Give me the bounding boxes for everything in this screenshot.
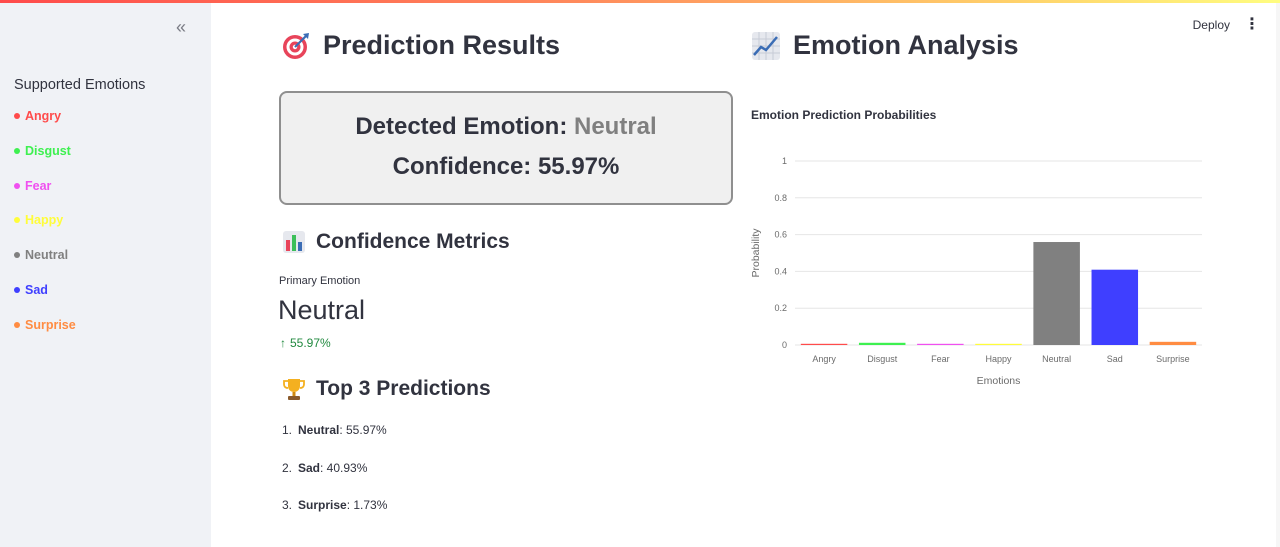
arrow-up-icon: ↑ xyxy=(280,336,286,350)
emotion-label: Disgust xyxy=(25,143,71,158)
prediction-name: Neutral xyxy=(298,423,340,437)
bar-fear xyxy=(917,343,964,345)
emotion-item-neutral: Neutral xyxy=(14,248,76,283)
top-predictions-list: 1. Neutral: 55.97% 2. Sad: 40.93% 3. Surprise… xyxy=(282,423,387,536)
metric-delta-value: 55.97% xyxy=(290,336,331,350)
x-tick-label: Disgust xyxy=(867,354,898,364)
bar-sad xyxy=(1091,269,1139,345)
collapse-sidebar-icon[interactable]: « xyxy=(171,17,191,37)
emotion-analysis-heading: Emotion Analysis xyxy=(751,30,1019,61)
y-tick-label: 0.6 xyxy=(774,230,787,240)
emotion-item-happy: Happy xyxy=(14,213,76,248)
trophy-icon xyxy=(283,379,305,400)
emotion-label: Angry xyxy=(25,109,62,123)
y-tick-label: 0.4 xyxy=(774,266,787,276)
emotion-label: Fear xyxy=(25,178,52,193)
prediction-name: Surprise xyxy=(298,498,347,512)
bullet-dot-icon xyxy=(14,113,20,119)
confidence-metrics-heading: Confidence Metrics xyxy=(282,230,510,254)
chart-title: Emotion Prediction Probabilities xyxy=(751,108,937,122)
bar-happy xyxy=(975,343,1022,345)
x-tick-label: Sad xyxy=(1107,354,1123,364)
trend-chart-icon xyxy=(752,31,780,60)
deploy-button[interactable]: Deploy xyxy=(1193,18,1230,32)
top-prediction-item: 2. Sad: 40.93% xyxy=(282,461,387,499)
sidebar-title: Supported Emotions xyxy=(14,77,146,93)
prediction-value: : 1.73% xyxy=(346,498,388,512)
emotion-probability-chart: 0 0.2 0.4 0.6 0.8 1 Angry Disgust Fear Happy Neutr… xyxy=(750,156,1202,387)
y-tick-label: 1 xyxy=(782,156,787,166)
metric-value: Neutral xyxy=(278,295,366,325)
x-tick-label: Happy xyxy=(985,354,1012,364)
metric-delta: ↑ 55.97% xyxy=(280,336,331,350)
bar-disgust xyxy=(858,342,906,345)
prediction-value: : 40.93% xyxy=(320,460,368,475)
emotion-item-disgust: Disgust xyxy=(14,144,76,179)
bullet-dot-icon xyxy=(14,286,20,293)
top-prediction-item: 1. Neutral: 55.97% xyxy=(282,423,387,461)
emotion-item-surprise: Surprise xyxy=(14,318,76,353)
emotion-list: Angry Disgust Fear Happy Neutral Sad Surprise xyxy=(14,109,76,353)
list-number: 1. xyxy=(282,423,293,437)
y-tick-label: 0.2 xyxy=(774,303,787,313)
y-axis-label: Probability xyxy=(750,228,762,278)
list-number: 3. xyxy=(282,498,293,512)
sidebar: « Supported Emotions Angry Disgust Fear Hap… xyxy=(0,3,211,547)
bullet-dot-icon xyxy=(14,182,20,189)
top-prediction-item: 3. Surprise: 1.73% xyxy=(282,498,387,536)
bar-chart-icon xyxy=(283,231,305,253)
prediction-value: : 55.97% xyxy=(339,423,387,437)
result-card: Detected Emotion: Neutral Confidence: 55… xyxy=(279,91,733,205)
emotion-item-fear: Fear xyxy=(14,179,76,214)
bullet-dot-icon xyxy=(14,321,20,328)
bullet-dot-icon xyxy=(14,147,20,154)
detected-emotion-label: Detected Emotion: xyxy=(355,113,568,140)
top-predictions-title: Top 3 Predictions xyxy=(316,377,491,400)
x-tick-label: Surprise xyxy=(1156,354,1190,364)
y-tick-label: 0.8 xyxy=(774,193,787,203)
prediction-name: Sad xyxy=(298,460,321,475)
bullet-dot-icon xyxy=(14,217,20,224)
emotion-item-sad: Sad xyxy=(14,283,76,318)
metric-label: Primary Emotion xyxy=(279,275,361,287)
target-icon xyxy=(283,32,309,59)
emotion-analysis-title: Emotion Analysis xyxy=(793,30,1019,60)
emotion-label: Sad xyxy=(25,282,48,297)
x-axis-label: Emotions xyxy=(977,375,1021,387)
prediction-results-heading: Prediction Results xyxy=(281,30,560,61)
emotion-label: Happy xyxy=(25,213,64,228)
bar-surprise xyxy=(1149,341,1197,345)
detected-emotion-line: Detected Emotion: Neutral xyxy=(281,113,731,141)
y-tick-label: 0 xyxy=(782,340,787,350)
confidence-text: Confidence: 55.97% xyxy=(392,153,620,180)
bar-neutral xyxy=(1033,242,1080,345)
app-header: Deploy ⋮ xyxy=(1193,17,1260,33)
emotion-label: Surprise xyxy=(25,317,76,332)
prediction-results-title: Prediction Results xyxy=(323,30,561,60)
bar-angry xyxy=(800,343,848,345)
main-menu-icon[interactable]: ⋮ xyxy=(1244,17,1260,33)
top-predictions-heading: Top 3 Predictions xyxy=(282,377,491,401)
list-number: 2. xyxy=(282,460,293,475)
scrollbar[interactable] xyxy=(1276,3,1280,547)
x-tick-label: Neutral xyxy=(1042,354,1071,364)
detected-emotion-value: Neutral xyxy=(574,113,657,140)
x-tick-label: Angry xyxy=(812,354,836,364)
emotion-label: Neutral xyxy=(25,248,69,263)
confidence-metrics-title: Confidence Metrics xyxy=(316,230,510,253)
x-tick-label: Fear xyxy=(931,354,950,364)
emotion-item-angry: Angry xyxy=(14,109,76,144)
bullet-dot-icon xyxy=(14,252,20,259)
